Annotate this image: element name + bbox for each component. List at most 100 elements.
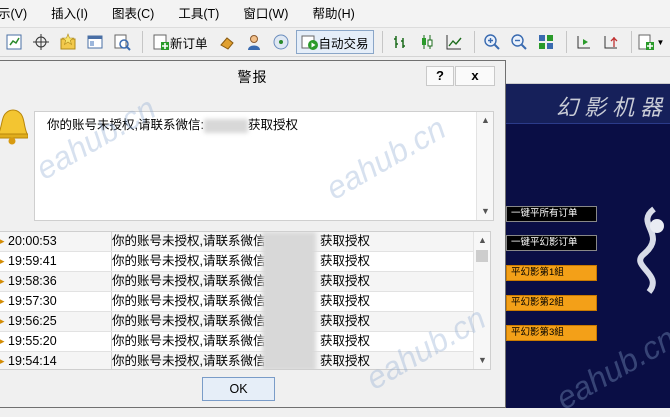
dropdown-arrow-icon: ▼	[656, 37, 665, 47]
toolbar-separator	[381, 31, 383, 53]
log-message: 你的账号未授权,请联系微信: 获取授权	[111, 352, 370, 369]
alert-bullet-icon: ▸	[0, 296, 5, 306]
scroll-down-icon[interactable]: ▼	[477, 203, 494, 220]
message-scrollbar[interactable]: ▲ ▼	[476, 112, 493, 220]
close-all-orders-button[interactable]: 一键平所有订单	[506, 206, 597, 222]
dragon-logo-icon	[637, 206, 664, 294]
ea-banner-title: 幻影机器	[556, 95, 669, 120]
zoom-in-button[interactable]	[480, 30, 504, 54]
zoom-out-button[interactable]	[507, 30, 531, 54]
log-row[interactable]: ▸ 19:58:36 你的账号未授权,请联系微信: 获取授权	[0, 272, 474, 292]
tester-button[interactable]	[110, 30, 134, 54]
log-time: 19:56:25	[8, 314, 57, 328]
line-chart-icon	[446, 35, 462, 50]
chart-shift-button[interactable]	[572, 30, 596, 54]
dialog-titlebar[interactable]: 警报 ? x	[0, 61, 505, 91]
signals-button[interactable]	[269, 30, 293, 54]
alert-log-list: ▸ 20:00:53 你的账号未授权,请联系微信: 获取授权 ▸ 19:59:41 你的账号…	[0, 231, 491, 370]
bar-chart-icon	[393, 36, 405, 48]
person-icon	[247, 35, 260, 50]
market-watch-button[interactable]	[242, 30, 266, 54]
scroll-down-icon[interactable]: ▼	[474, 352, 490, 369]
alert-bullet-icon: ▸	[0, 356, 5, 366]
navigator-button[interactable]	[83, 30, 107, 54]
log-row[interactable]: ▸ 19:56:25 你的账号未授权,请联系微信: 获取授权	[0, 312, 474, 332]
alert-message-box: 你的账号未授权,请联系微信: 获取授权 ▲ ▼	[34, 111, 494, 221]
alert-dialog: 警报 ? x 你的账号未授权,请联系微信: 获取授权 ▲ ▼ ▸ 20:00:53 你…	[0, 60, 506, 408]
indicators-button[interactable]: ▼	[637, 30, 665, 54]
alert-bullet-icon: ▸	[0, 276, 5, 286]
autoscroll-button[interactable]	[599, 30, 623, 54]
scroll-thumb[interactable]	[476, 250, 488, 262]
tile-windows-button[interactable]	[534, 30, 558, 54]
magnifier-chart-icon	[114, 34, 131, 51]
close-button[interactable]: x	[455, 66, 495, 86]
new-chart-button[interactable]	[2, 30, 26, 54]
log-row[interactable]: ▸ 19:57:30 你的账号未授权,请联系微信: 获取授权	[0, 292, 474, 312]
log-row[interactable]: ▸ 19:54:14 你的账号未授权,请联系微信: 获取授权	[0, 352, 474, 369]
new-order-icon	[153, 34, 169, 50]
new-chart-icon	[6, 34, 22, 50]
chart-window: 幻影机器 一键平所有订单 一键平幻影订单 平幻影第1組 平幻影第2組 平幻影第3…	[506, 84, 670, 408]
log-scrollbar[interactable]: ▲ ▼	[473, 232, 490, 369]
eraser-icon	[219, 37, 234, 50]
play-icon	[301, 35, 318, 50]
log-time: 20:00:53	[8, 234, 57, 248]
help-button[interactable]: ?	[426, 66, 454, 86]
menu-help[interactable]: 帮助(H)	[298, 0, 364, 28]
toolbar-separator	[565, 31, 567, 53]
log-message: 你的账号未授权,请联系微信: 获取授权	[111, 252, 370, 271]
menu-insert[interactable]: 插入(I)	[37, 0, 98, 28]
candlestick-button[interactable]	[415, 30, 439, 54]
ok-button[interactable]: OK	[202, 377, 275, 401]
log-time: 19:58:36	[8, 274, 57, 288]
close-group-2-button[interactable]: 平幻影第2組	[506, 295, 597, 311]
zoom-in-icon	[483, 34, 500, 50]
star-folder-icon	[60, 33, 76, 50]
toolbar: 新订单 自动交易 ▼	[0, 28, 670, 57]
log-time: 19:54:14	[8, 354, 57, 368]
log-row[interactable]: ▸ 19:55:20 你的账号未授权,请联系微信: 获取授权	[0, 332, 474, 352]
redaction-blur	[262, 232, 316, 369]
new-order-label: 新订单	[170, 36, 208, 51]
chart-shift-icon	[577, 36, 590, 49]
log-message: 你的账号未授权,请联系微信: 获取授权	[111, 332, 370, 351]
crosshair-button[interactable]	[29, 30, 53, 54]
toolbar-separator	[630, 31, 632, 53]
log-time: 19:59:41	[8, 254, 57, 268]
alert-bullet-icon: ▸	[0, 256, 5, 266]
window-icon	[87, 35, 103, 49]
log-row[interactable]: ▸ 19:59:41 你的账号未授权,请联系微信: 获取授权	[0, 252, 474, 272]
menu-charts[interactable]: 图表(C)	[98, 0, 164, 28]
line-chart-button[interactable]	[442, 30, 466, 54]
scroll-up-icon[interactable]: ▲	[474, 232, 490, 249]
ea-banner: 幻影机器	[506, 84, 670, 124]
bell-icon	[0, 109, 28, 145]
scroll-up-icon[interactable]: ▲	[477, 112, 494, 129]
alert-bullet-icon: ▸	[0, 236, 5, 246]
close-phantom-orders-button[interactable]: 一键平幻影订单	[506, 235, 597, 251]
menu-window[interactable]: 窗口(W)	[229, 0, 298, 28]
alert-message: 你的账号未授权,请联系微信: 获取授权	[47, 118, 298, 133]
signal-icon	[273, 34, 289, 50]
log-time: 19:57:30	[8, 294, 57, 308]
auto-trade-button[interactable]: 自动交易	[295, 30, 374, 54]
add-indicator-icon	[638, 34, 654, 50]
menu-tools[interactable]: 工具(T)	[164, 0, 229, 28]
chart-tab-strip	[506, 57, 670, 84]
eraser-button[interactable]	[215, 30, 239, 54]
autoscroll-icon	[604, 36, 617, 49]
log-row[interactable]: ▸ 20:00:53 你的账号未授权,请联系微信: 获取授权	[0, 232, 474, 252]
menu-view[interactable]: 示(V)	[0, 0, 37, 28]
log-message: 你的账号未授权,请联系微信: 获取授权	[111, 292, 370, 311]
close-group-3-button[interactable]: 平幻影第3組	[506, 325, 597, 341]
crosshair-icon	[33, 34, 49, 50]
alert-bullet-icon: ▸	[0, 316, 5, 326]
new-order-button[interactable]: 新订单	[148, 30, 212, 54]
bar-chart-button[interactable]	[388, 30, 412, 54]
favorites-button[interactable]	[56, 30, 80, 54]
menu-bar: 示(V) 插入(I) 图表(C) 工具(T) 窗口(W) 帮助(H)	[0, 0, 670, 28]
toolbar-separator	[142, 31, 143, 53]
close-group-1-button[interactable]: 平幻影第1組	[506, 265, 597, 281]
log-time: 19:55:20	[8, 334, 57, 348]
